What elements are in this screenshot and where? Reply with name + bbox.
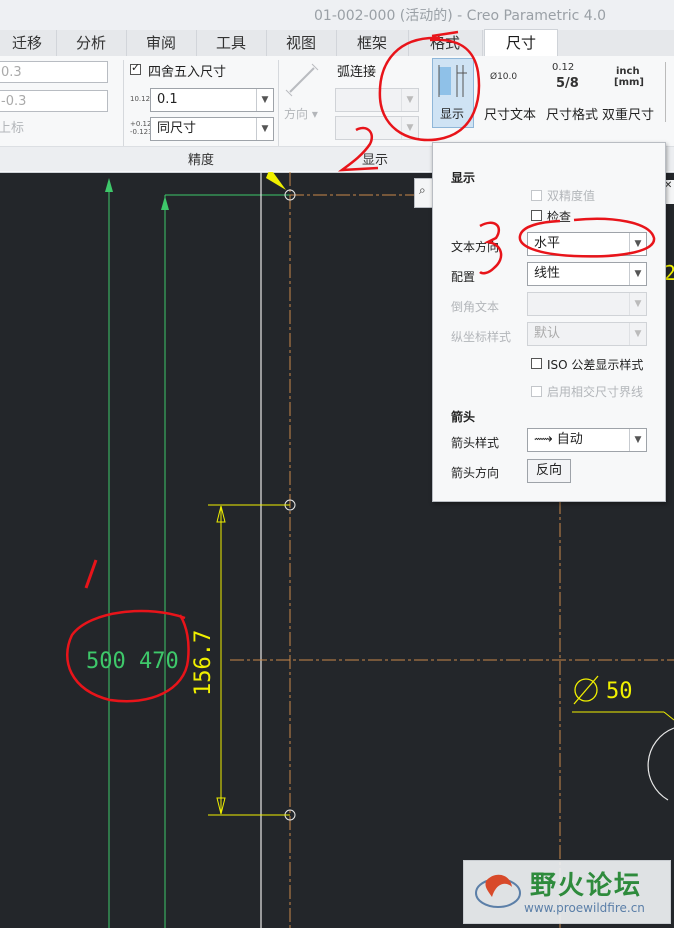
display-group-label: 显示 <box>362 153 389 168</box>
decimal-places-select[interactable]: 0.1 ▼ <box>150 88 274 112</box>
iso-tolerance-label: ISO 公差显示样式 <box>547 358 644 372</box>
green-arrow <box>105 178 113 192</box>
forum-watermark: 野火论坛 www.proewildfire.cn <box>463 860 671 924</box>
flip-arrow-button[interactable]: 反向 <box>527 459 571 483</box>
tab-frame[interactable]: 框架 <box>336 30 409 56</box>
inspect-checkbox[interactable] <box>531 210 542 221</box>
inspect-label: 检查 <box>547 210 572 224</box>
tab-analysis[interactable]: 分析 <box>56 30 127 56</box>
dual-precision-checkbox[interactable] <box>531 190 542 201</box>
tab-view[interactable]: 视图 <box>266 30 337 56</box>
dim-format-icon-bottom: 5/8 <box>556 76 579 91</box>
round-dim-checkbox[interactable] <box>130 61 141 75</box>
arrow-style-icon: ⟿ <box>534 432 557 447</box>
popup-section-display: 显示 <box>451 171 476 185</box>
arc-join-label: 弧连接 <box>337 65 377 80</box>
upper-tolerance-field[interactable]: 0.3 <box>0 61 108 83</box>
tab-dimension[interactable]: 尺寸 <box>484 29 558 57</box>
arrow-style-label: 箭头样式 <box>451 436 500 450</box>
ordinate-style-label: 纵坐标样式 <box>451 330 512 344</box>
iso-tolerance-checkbox[interactable] <box>531 358 542 369</box>
tol-decimal-select[interactable]: 同尺寸 ▼ <box>150 117 274 141</box>
vertical-dim-value[interactable]: 156.7 <box>191 630 216 696</box>
dim-format-icon-top: 0.12 <box>552 62 575 73</box>
direction-label[interactable]: 方向 ▾ <box>284 105 318 122</box>
ribbon-tabs: 迁移 分析 审阅 工具 视图 框架 格式 尺寸 <box>0 29 674 57</box>
tab-format[interactable]: 格式 <box>408 30 483 56</box>
tab-migrate[interactable]: 迁移 <box>0 30 57 56</box>
dim-format-button[interactable]: 尺寸格式 <box>546 104 598 123</box>
yellow-leader <box>266 172 286 190</box>
arrow-style-select[interactable]: ⟿ 自动 ▼ <box>527 428 647 452</box>
dimension-orientation-icon[interactable] <box>284 62 320 98</box>
window-titlebar: 01-002-000 (活动的) - Creo Parametric 4.0 <box>0 0 674 30</box>
window-title: 01-002-000 (活动的) - Creo Parametric 4.0 <box>314 8 607 24</box>
arrow-direction-label: 箭头方向 <box>451 466 500 480</box>
dual-precision-label: 双精度值 <box>547 189 596 203</box>
popup-section-arrow: 箭头 <box>451 410 476 424</box>
dim-text-button[interactable]: 尺寸文本 <box>484 104 536 123</box>
ribbon-more-edge <box>665 62 674 122</box>
diameter-leader <box>663 711 674 721</box>
dual-dim-icon-top: inch <box>616 66 640 77</box>
green-arrow <box>161 196 169 210</box>
annotation-number-1 <box>84 559 98 589</box>
intersect-ext-checkbox[interactable] <box>531 386 542 397</box>
text-orientation-label: 文本方向 <box>451 240 500 254</box>
arc-join-select-2[interactable]: ▼ <box>335 116 419 140</box>
diameter-value[interactable]: 50 <box>606 679 633 704</box>
configuration-label: 配置 <box>451 270 476 284</box>
tab-review[interactable]: 审阅 <box>126 30 197 56</box>
tab-tools[interactable]: 工具 <box>196 30 267 56</box>
text-orientation-select[interactable]: 水平 ▼ <box>527 232 647 256</box>
lower-tolerance-field[interactable]: -0.3 <box>0 90 108 112</box>
dim-value-text[interactable]: 500 470 <box>86 649 179 674</box>
display-button[interactable]: 显示 <box>432 58 474 128</box>
watermark-url: www.proewildfire.cn <box>524 901 645 915</box>
chamfer-text-select[interactable]: ▼ <box>527 292 647 316</box>
configuration-select[interactable]: 线性 ▼ <box>527 262 647 286</box>
search-icon: ⌕ <box>419 183 426 197</box>
display-label: 显示 <box>440 107 465 121</box>
dim-text-icon: Ø10.0 <box>490 72 518 82</box>
intersect-ext-label: 启用相交尺寸界线 <box>547 385 644 399</box>
precision-group-label: 精度 <box>188 153 215 168</box>
dual-dim-icon-bottom: [mm] <box>614 77 644 88</box>
display-icon <box>438 65 467 97</box>
diameter-symbol <box>573 675 599 705</box>
arc-join-select[interactable]: ▼ <box>335 88 419 112</box>
superscript-label: 上标 <box>0 121 25 136</box>
chamfer-text-label: 倒角文本 <box>451 300 500 314</box>
display-popup: 显示 双精度值 检查 文本方向 水平 ▼ 配置 线性 ▼ 倒角文本 ▼ 纵坐标样式 … <box>432 142 666 502</box>
dual-dim-button[interactable]: 双重尺寸 <box>602 104 654 123</box>
forum-logo-icon <box>475 874 521 908</box>
part-arc <box>647 727 674 801</box>
watermark-name: 野火论坛 <box>530 871 643 901</box>
round-dim-label: 四舍五入尺寸 <box>148 65 227 80</box>
ordinate-style-select[interactable]: 默认 ▼ <box>527 322 647 346</box>
